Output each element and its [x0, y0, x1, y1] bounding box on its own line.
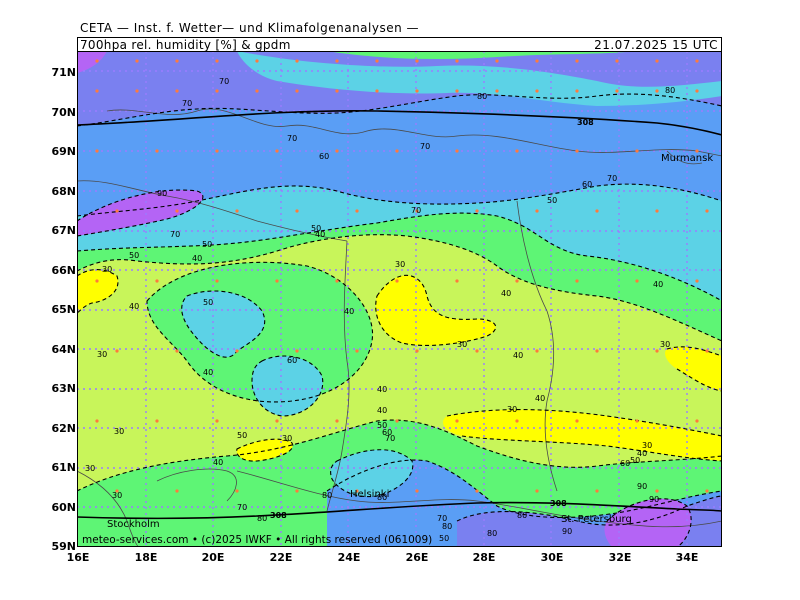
parameter-label: 700hpa rel. humidity [%] & gpdm — [80, 38, 291, 52]
contour-label: 40 — [535, 394, 545, 403]
contour-label: 60 — [319, 152, 329, 161]
lon-label-26e: 26E — [405, 551, 429, 564]
place-stockholm: Stockholm — [107, 519, 160, 530]
contour-label: 70 — [411, 206, 421, 215]
lon-label-16e: 16E — [66, 551, 90, 564]
place-murmansk: Murmansk — [661, 153, 713, 164]
contour-label: 50 — [630, 456, 640, 465]
contour-label: 50 — [547, 196, 557, 205]
lon-label-22e: 22E — [269, 551, 293, 564]
contour-label: 80 — [517, 511, 527, 520]
contour-label: 40 — [129, 302, 139, 311]
contour-label: 30 — [507, 405, 517, 414]
contour-label: 40 — [501, 289, 511, 298]
page-title: CETA — Inst. f. Wetter— und Klimafolgena… — [80, 21, 420, 35]
lat-label-69n: 69N — [51, 145, 76, 158]
contour-label: 30 — [114, 427, 124, 436]
contour-label: 30 — [97, 350, 107, 359]
geopotential-label: 308 — [577, 118, 594, 127]
contour-label: 40 — [377, 406, 387, 415]
contour-label: 70 — [182, 99, 192, 108]
contour-label: 60 — [287, 356, 297, 365]
contour-label: 80 — [322, 491, 332, 500]
lat-label-67n: 67N — [51, 224, 76, 237]
lat-label-71n: 71N — [51, 66, 76, 79]
contour-label: 40 — [513, 351, 523, 360]
contour-label: 60 — [620, 459, 630, 468]
lat-label-66n: 66N — [51, 264, 76, 277]
lat-label-61n: 61N — [51, 461, 76, 474]
lat-label-70n: 70N — [51, 106, 76, 119]
contour-label: 30 — [102, 265, 112, 274]
contour-label: 30 — [112, 491, 122, 500]
contour-label: 40 — [213, 458, 223, 467]
valid-time: 21.07.2025 15 UTC — [594, 38, 718, 52]
lat-label-64n: 64N — [51, 343, 76, 356]
contour-label: 80 — [257, 514, 267, 523]
contour-label: 50 — [203, 298, 213, 307]
lon-label-24e: 24E — [337, 551, 361, 564]
contour-label: 30 — [395, 260, 405, 269]
contour-label: 60 — [582, 180, 592, 189]
contour-label: 50 — [237, 431, 247, 440]
contour-label: 40 — [377, 385, 387, 394]
contour-label: 30 — [85, 464, 95, 473]
contour-label: 80 — [477, 92, 487, 101]
contour-label: 40 — [344, 307, 354, 316]
contour-label: 90 — [562, 527, 572, 536]
contour-label: 50 — [202, 240, 212, 249]
lon-label-30e: 30E — [540, 551, 564, 564]
contour-label: 70 — [420, 142, 430, 151]
contour-label: 30 — [282, 434, 292, 443]
contour-label: 90 — [637, 482, 647, 491]
contour-label: 30 — [660, 340, 670, 349]
contour-label: 50 — [129, 251, 139, 260]
lat-label-65n: 65N — [51, 303, 76, 316]
lon-label-32e: 32E — [608, 551, 632, 564]
copyright-notice: meteo-services.com • (c)2025 IWKF • All … — [82, 534, 433, 546]
lat-label-68n: 68N — [51, 185, 76, 198]
weather-map: 70 80 70 70 80 60 70 70 90 50 60 70 50 4… — [77, 51, 722, 547]
lon-label-20e: 20E — [201, 551, 225, 564]
contour-label: 40 — [192, 254, 202, 263]
place-helsinki: Helsinki — [350, 489, 389, 500]
place-st-petersburg: St. Petersburg — [561, 514, 632, 525]
contour-label: 80 — [442, 522, 452, 531]
lon-label-28e: 28E — [472, 551, 496, 564]
contour-label: 70 — [237, 503, 247, 512]
contour-label: 40 — [653, 280, 663, 289]
contour-label: 70 — [385, 434, 395, 443]
geopotential-label: 308 — [270, 511, 287, 520]
contour-label: 50 — [439, 534, 449, 543]
contour-label: 80 — [487, 529, 497, 538]
contour-label: 80 — [665, 86, 675, 95]
lat-label-63n: 63N — [51, 382, 76, 395]
contour-label: 40 — [203, 368, 213, 377]
contour-label: 70 — [607, 174, 617, 183]
contour-label: 30 — [457, 340, 467, 349]
contour-label: 90 — [649, 495, 659, 504]
contour-label: 70 — [219, 77, 229, 86]
contour-label: 90 — [157, 189, 167, 198]
lat-label-62n: 62N — [51, 422, 76, 435]
geopotential-label: 308 — [550, 499, 567, 508]
lon-label-34e: 34E — [675, 551, 699, 564]
contour-label: 70 — [287, 134, 297, 143]
contour-label: 70 — [170, 230, 180, 239]
contour-label: 40 — [315, 230, 325, 239]
lon-label-18e: 18E — [134, 551, 158, 564]
lat-label-60n: 60N — [51, 501, 76, 514]
